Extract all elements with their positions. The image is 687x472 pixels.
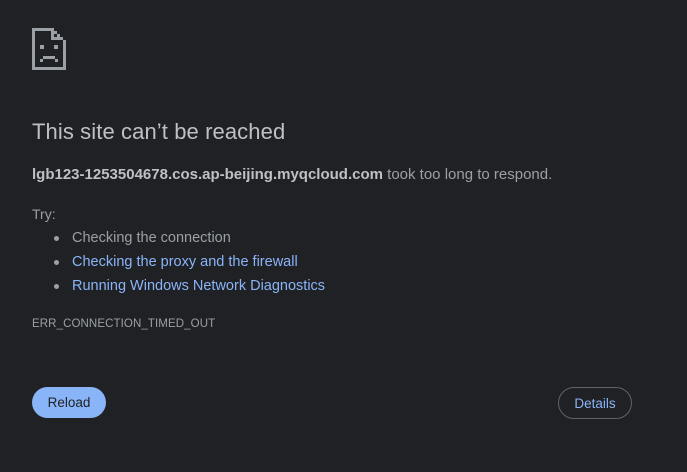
error-message-suffix: took too long to respond.: [382, 166, 553, 183]
reload-button[interactable]: Reload: [32, 387, 106, 418]
error-page: This site can’t be reached lgb123-125350…: [0, 0, 687, 472]
error-summary: lgb123-1253504678.cos.ap-beijing.myqclou…: [32, 166, 552, 183]
suggestion-item: Running Windows Network Diagnostics: [54, 277, 325, 301]
details-button[interactable]: Details: [558, 387, 632, 419]
bullet-icon: [54, 260, 59, 265]
suggestions-list: Checking the connection Checking the pro…: [54, 229, 325, 301]
suggestion-item: Checking the proxy and the firewall: [54, 253, 325, 277]
bullet-icon: [54, 284, 59, 289]
suggestion-check-connection: Checking the connection: [72, 230, 231, 246]
error-code: ERR_CONNECTION_TIMED_OUT: [32, 318, 216, 330]
suggestion-item: Checking the connection: [54, 229, 325, 253]
error-title: This site can’t be reached: [32, 119, 286, 144]
suggestion-network-diagnostics-link[interactable]: Running Windows Network Diagnostics: [72, 278, 325, 294]
suggestion-check-proxy-link[interactable]: Checking the proxy and the firewall: [72, 254, 298, 270]
error-host: lgb123-1253504678.cos.ap-beijing.myqclou…: [32, 166, 383, 183]
bullet-icon: [54, 236, 59, 241]
try-label: Try:: [32, 206, 56, 222]
sad-page-icon: [32, 28, 66, 70]
